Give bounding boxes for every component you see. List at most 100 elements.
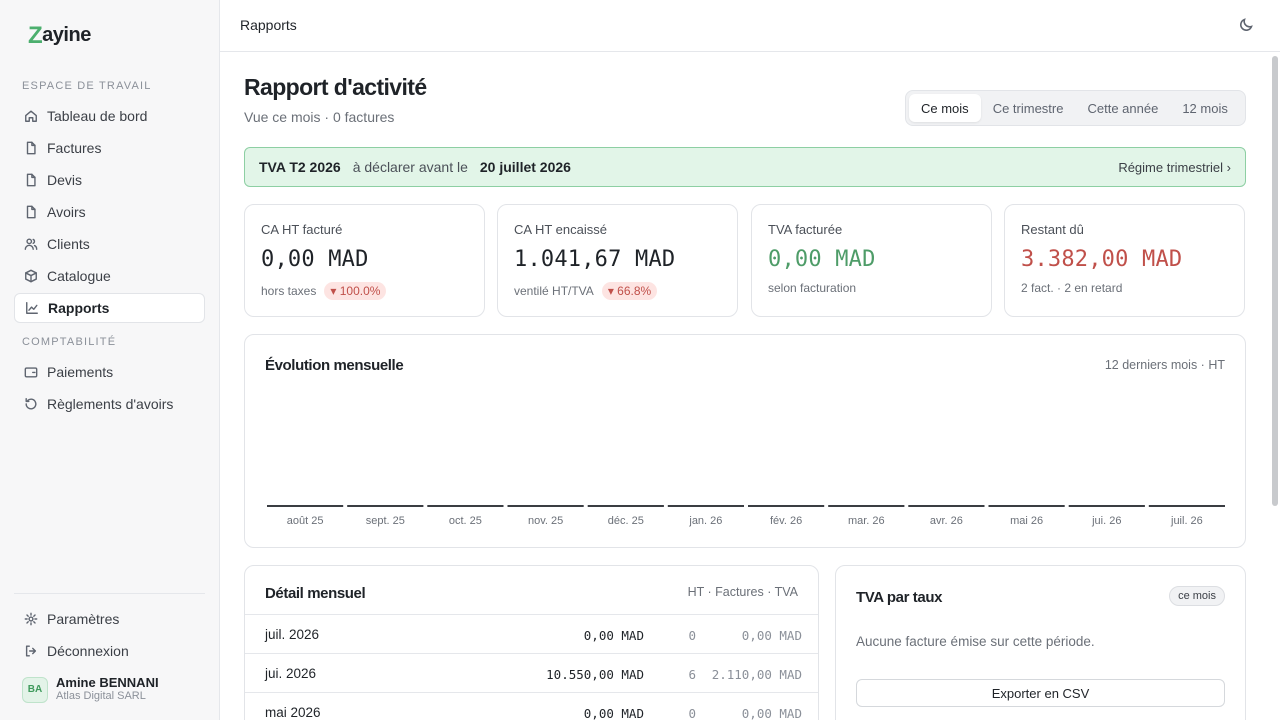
sidebar-item-paiements[interactable]: Paiements <box>14 357 205 387</box>
tab-ce-mois[interactable]: Ce mois <box>909 94 981 122</box>
kpi-card-ca-facture: CA HT facturé 0,00 MAD hors taxes ▾ 100.… <box>244 204 485 317</box>
x-tick-label: avr. 26 <box>930 515 963 527</box>
kpi-value: 0,00 MAD <box>768 247 876 272</box>
chart-bar[interactable] <box>748 505 825 507</box>
sidebar-item-label: Déconnexion <box>47 643 129 659</box>
x-tick-label: fév. 26 <box>770 515 802 527</box>
x-tick-label: jan. 26 <box>688 515 722 527</box>
breadcrumb: Rapports <box>240 17 297 33</box>
x-tick-label: mar. 26 <box>848 515 885 527</box>
x-tick-label: déc. 25 <box>608 515 644 527</box>
chart-bar[interactable] <box>1148 505 1225 507</box>
delta-badge: ▾ 100.0% <box>324 282 387 300</box>
sidebar-item-deconnexion[interactable]: Déconnexion <box>14 636 205 666</box>
app-logo[interactable]: Zayine <box>28 22 91 49</box>
chart-bar[interactable] <box>988 505 1065 507</box>
table-row[interactable]: juil. 2026 0,00 MAD 0 0,00 MAD <box>245 614 818 653</box>
export-csv-button[interactable]: Exporter en CSV <box>856 679 1225 707</box>
row-count: 0 <box>688 706 696 720</box>
empty-state-text: Aucune facture émise sur cette période. <box>856 634 1095 649</box>
tab-12-mois[interactable]: 12 mois <box>1170 94 1240 122</box>
sidebar-item-avoirs[interactable]: Avoirs <box>14 197 205 227</box>
tva-deadline-date: 20 juillet 2026 <box>479 159 571 175</box>
sidebar-item-dashboard[interactable]: Tableau de bord <box>14 101 205 131</box>
avatar: BA <box>22 676 48 703</box>
kpi-foot-text: hors taxes <box>261 284 317 298</box>
row-count: 6 <box>688 667 696 682</box>
topbar: Rapports <box>220 0 1280 52</box>
logo-mark: Z <box>28 22 43 49</box>
tab-ce-trimestre[interactable]: Ce trimestre <box>981 94 1076 122</box>
sidebar-item-factures[interactable]: Factures <box>14 133 205 163</box>
page-title: Rapport d'activité <box>244 74 427 100</box>
user-profile[interactable]: BA Amine BENNANI Atlas Digital SARL <box>22 676 159 703</box>
kpi-label: CA HT facturé <box>261 222 343 237</box>
scrollbar-thumb[interactable] <box>1272 56 1278 506</box>
box-icon <box>22 267 40 285</box>
tva-banner: TVA T2 2026 à déclarer avant le 20 juill… <box>244 147 1246 187</box>
kpi-value: 3.382,00 MAD <box>1021 247 1183 272</box>
sidebar-item-parametres[interactable]: Paramètres <box>14 604 205 634</box>
sidebar-item-label: Paiements <box>47 364 114 380</box>
chart-bar[interactable] <box>667 505 744 507</box>
monthly-detail-card: Détail mensuel HT · Factures · TVA juil.… <box>244 565 819 720</box>
row-tva: 2.110,00 MAD <box>711 667 802 682</box>
sidebar: Zayine ESPACE DE TRAVAIL Tableau de bord… <box>0 0 220 720</box>
user-company: Atlas Digital SARL <box>56 690 146 702</box>
file-icon <box>22 139 40 157</box>
row-count: 0 <box>688 628 696 643</box>
tab-cette-annee[interactable]: Cette année <box>1075 94 1170 122</box>
tva-regime-link[interactable]: Régime trimestriel › <box>1118 160 1231 175</box>
chart-bar[interactable] <box>427 505 504 507</box>
period-selector: Ce mois Ce trimestre Cette année 12 mois <box>905 90 1246 126</box>
x-tick-label: oct. 25 <box>449 515 482 527</box>
sidebar-item-clients[interactable]: Clients <box>14 229 205 259</box>
sidebar-item-label: Paramètres <box>47 611 120 627</box>
table-row[interactable]: jui. 2026 10.550,00 MAD 6 2.110,00 MAD <box>245 653 818 692</box>
logo-text: ayine <box>42 24 91 46</box>
kpi-foot: 2 fact. · 2 en retard <box>1021 281 1122 295</box>
chart-bar[interactable] <box>347 505 424 507</box>
kpi-label: Restant dû <box>1021 222 1084 237</box>
kpi-foot: hors taxes ▾ 100.0% <box>261 282 387 300</box>
page-subtitle: Vue ce mois · 0 factures <box>244 109 395 125</box>
chart-meta: 12 derniers mois · HT <box>1104 358 1225 372</box>
sidebar-item-catalogue[interactable]: Catalogue <box>14 261 205 291</box>
chart-bar[interactable] <box>908 505 985 507</box>
sidebar-item-devis[interactable]: Devis <box>14 165 205 195</box>
scrollbar[interactable] <box>1270 52 1280 720</box>
home-icon <box>22 107 40 125</box>
sidebar-item-reglements-avoirs[interactable]: Règlements d'avoirs <box>14 389 205 419</box>
wallet-icon <box>22 363 40 381</box>
kpi-foot: selon facturation <box>768 281 856 295</box>
table-row[interactable]: mai 2026 0,00 MAD 0 0,00 MAD <box>245 692 818 720</box>
chart-icon <box>23 299 41 317</box>
monthly-chart-card: août 25 sept. 25 oct. 25 nov. 25 déc. 25 jan.… <box>244 334 1246 548</box>
users-icon <box>22 235 40 253</box>
chart-bar[interactable] <box>587 505 664 507</box>
kpi-value: 1.041,67 MAD <box>514 247 676 272</box>
sidebar-item-label: Règlements d'avoirs <box>47 396 174 412</box>
file-icon <box>22 203 40 221</box>
chart-bar[interactable] <box>267 505 344 507</box>
sidebar-item-label: Devis <box>47 172 83 188</box>
chart-bar[interactable] <box>1068 505 1145 507</box>
chart-bar[interactable] <box>828 505 905 507</box>
sidebar-item-label: Catalogue <box>47 268 111 284</box>
sidebar-divider <box>14 593 205 594</box>
sidebar-item-rapports[interactable]: Rapports <box>14 293 205 323</box>
moon-icon[interactable] <box>1238 17 1256 35</box>
row-ht: 0,00 MAD <box>583 628 644 643</box>
sidebar-item-label: Factures <box>47 140 102 156</box>
row-tva: 0,00 MAD <box>741 706 802 720</box>
kpi-foot-text: ventilé HT/TVA <box>514 284 594 298</box>
kpi-label: CA HT encaissé <box>514 222 607 237</box>
x-tick-label: août 25 <box>287 515 324 527</box>
chart-bar[interactable] <box>507 505 584 507</box>
file-icon <box>22 171 40 189</box>
section-label-accounting: COMPTABILITÉ <box>22 336 117 348</box>
kpi-label: TVA facturée <box>768 222 843 237</box>
detail-title: Détail mensuel <box>265 585 366 602</box>
x-tick-label: mai 26 <box>1010 515 1043 527</box>
rate-title: TVA par taux <box>856 589 943 606</box>
